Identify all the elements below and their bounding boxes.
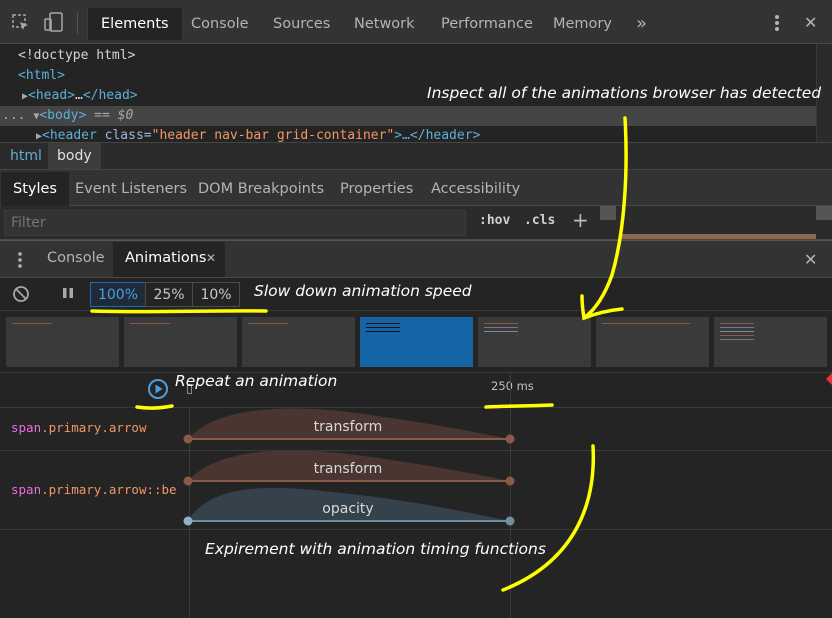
animation-group-thumb[interactable]: [124, 317, 237, 367]
head-open-tag: <head>: [28, 88, 75, 103]
tab-event-listeners[interactable]: Event Listeners: [63, 172, 199, 206]
computed-scroll-thumb-right[interactable]: [816, 206, 832, 220]
dom-line-body-selected[interactable]: ... ▼<body> == $0: [0, 106, 816, 126]
breadcrumb-body[interactable]: body: [48, 143, 101, 169]
tab-memory[interactable]: Memory: [540, 8, 625, 40]
dom-line-html[interactable]: <html>: [18, 66, 65, 86]
animation-property-label: transform: [313, 419, 383, 435]
speed-10-button[interactable]: 10%: [192, 282, 240, 307]
more-tabs-chevron-icon[interactable]: »: [623, 8, 660, 40]
drawer-tab-animations[interactable]: Animations ✕: [113, 242, 225, 277]
animation-timeline: 250 ms span.primary.arrow span.primary.a…: [0, 373, 832, 618]
hover-state-toggle[interactable]: :hov: [479, 213, 510, 228]
header-attr-value: "header nav-bar grid-container": [151, 128, 395, 143]
speed-100-button[interactable]: 100%: [90, 282, 146, 307]
animation-group-thumb[interactable]: [714, 317, 827, 367]
keyframe-handle: [183, 516, 193, 526]
drawer-tab-console[interactable]: Console: [47, 250, 105, 266]
dom-line-head[interactable]: ▶<head>…</head>: [22, 86, 138, 106]
computed-scroll-thumb[interactable]: [600, 206, 616, 220]
annotation-inspect: Inspect all of the animations browser ha…: [427, 84, 822, 102]
tab-network[interactable]: Network: [341, 8, 428, 40]
tab-properties[interactable]: Properties: [328, 172, 425, 206]
doctype-text: <!doctype html>: [18, 48, 136, 63]
selected-node-marker: == $0: [94, 108, 134, 123]
annotation-experiment: Expirement with animation timing functio…: [205, 540, 546, 558]
keyframe-handle: [183, 434, 193, 444]
head-ellipsis[interactable]: …: [75, 88, 83, 103]
annotation-repeat: Repeat an animation: [175, 372, 338, 390]
keyframe-handle: [183, 476, 193, 486]
drawer-tabbar: Console Animations ✕ ✕: [0, 240, 832, 278]
head-close-tag: </head>: [82, 88, 138, 103]
styles-filter-input[interactable]: [4, 210, 466, 236]
animation-group-thumb-selected[interactable]: [360, 317, 473, 367]
annotation-slow: Slow down animation speed: [254, 282, 472, 300]
tab-performance[interactable]: Performance: [428, 8, 546, 40]
html-tag: <html>: [18, 68, 65, 83]
keyframe-handle: [505, 476, 515, 486]
clear-animations-icon[interactable]: [12, 285, 30, 307]
pause-all-icon[interactable]: [62, 287, 74, 303]
toolbar-divider: [77, 12, 78, 34]
animation-curves: [183, 408, 515, 526]
close-animations-tab-icon[interactable]: ✕: [206, 251, 216, 265]
animation-group-thumb[interactable]: [242, 317, 355, 367]
dom-line-doctype[interactable]: <!doctype html>: [18, 46, 135, 66]
animation-groups: [0, 311, 832, 373]
animation-group-thumb[interactable]: [6, 317, 119, 367]
close-drawer-button[interactable]: ✕: [804, 250, 817, 269]
tab-elements[interactable]: Elements: [87, 8, 183, 40]
animation-group-thumb[interactable]: [478, 317, 591, 367]
header-attr-name: class=: [104, 128, 152, 143]
close-devtools-button[interactable]: ✕: [804, 13, 817, 32]
keyframe-handle: [505, 434, 515, 444]
styles-tabbar: Styles Event Listeners DOM Breakpoints P…: [0, 170, 832, 206]
tab-sources[interactable]: Sources: [260, 8, 343, 40]
tab-accessibility[interactable]: Accessibility: [419, 172, 532, 206]
inspect-element-icon[interactable]: [12, 14, 30, 36]
keyframe-handle: [505, 516, 515, 526]
new-style-rule-button[interactable]: +: [572, 208, 589, 232]
animation-group-thumb[interactable]: [596, 317, 709, 367]
device-toolbar-icon[interactable]: [44, 12, 64, 36]
drawer-tab-animations-label: Animations: [125, 250, 207, 266]
breadcrumb-html[interactable]: html: [10, 148, 42, 164]
speed-25-button[interactable]: 25%: [145, 282, 193, 307]
header-open-tag: <header: [42, 128, 105, 143]
styles-filter-row: :hov .cls +: [0, 206, 832, 240]
body-tag: <body>: [39, 108, 87, 123]
row-actions-dots[interactable]: ...: [0, 108, 25, 123]
tab-console[interactable]: Console: [178, 8, 262, 40]
drawer-menu-icon[interactable]: [16, 251, 24, 273]
tab-styles[interactable]: Styles: [1, 172, 69, 206]
computed-preview-strip: [620, 234, 816, 239]
class-toggle[interactable]: .cls: [524, 213, 555, 228]
devtools-top-tabbar: Elements Console Sources Network Perform…: [0, 0, 832, 44]
animation-property-label: transform: [313, 461, 383, 477]
breadcrumb: html body: [0, 142, 832, 170]
animation-property-label: opacity: [322, 501, 374, 517]
kebab-menu-icon[interactable]: [772, 13, 782, 37]
tab-dom-breakpoints[interactable]: DOM Breakpoints: [186, 172, 336, 206]
header-close-tag: >…</header>: [394, 128, 481, 143]
